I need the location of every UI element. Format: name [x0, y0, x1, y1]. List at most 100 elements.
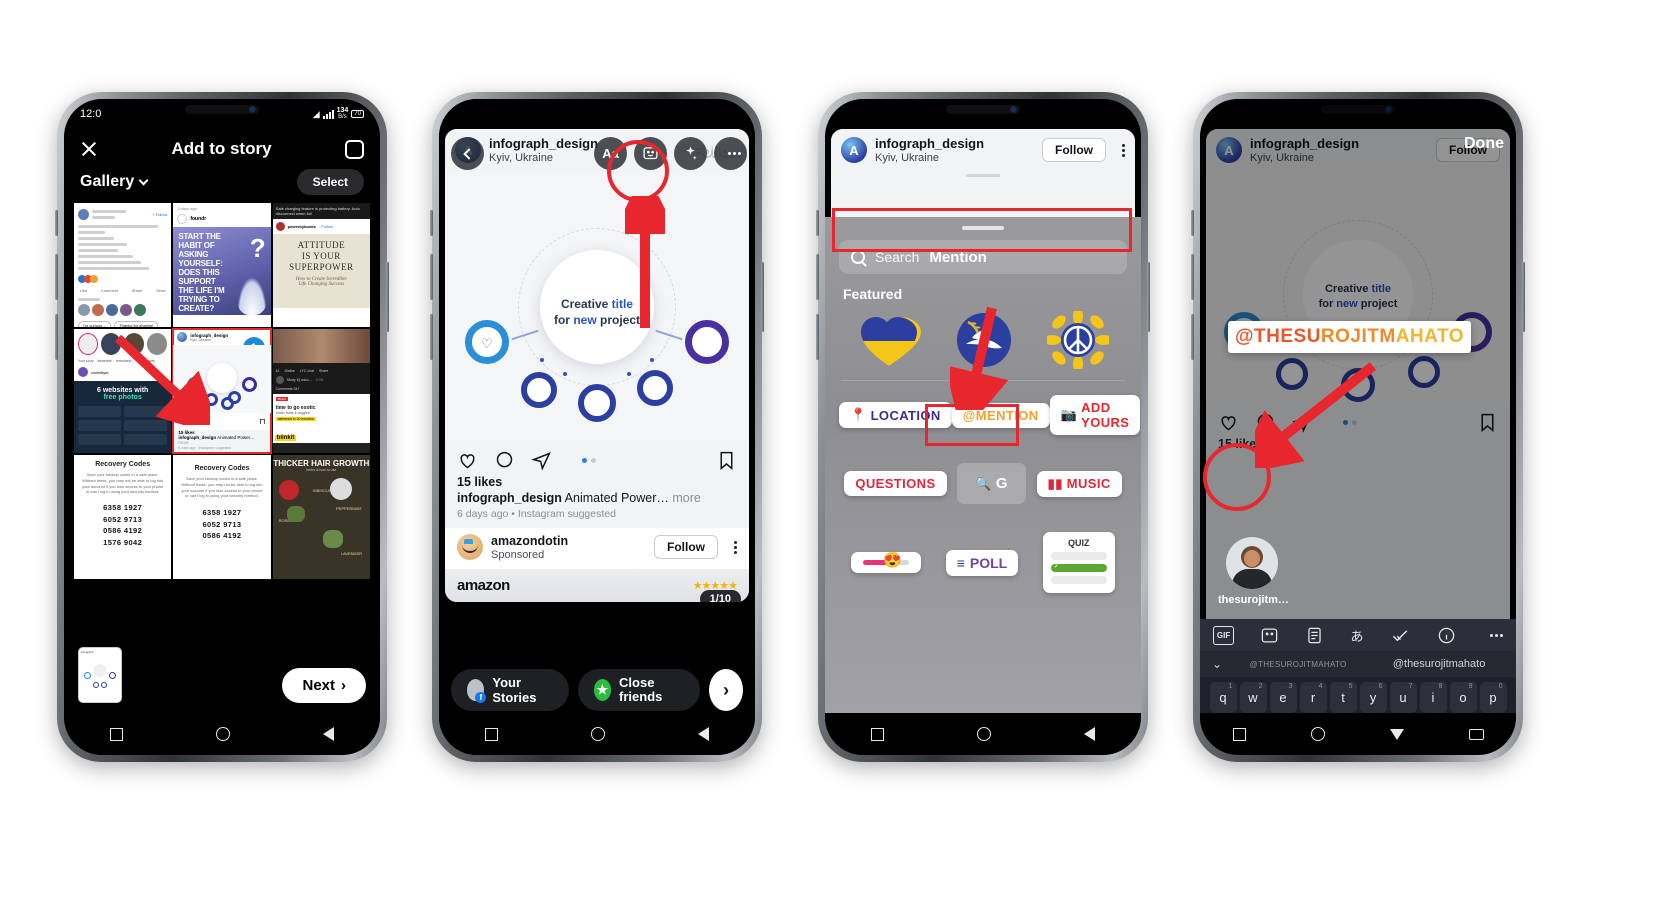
ad-banner[interactable]: amazon ★★★★★ 1/10	[445, 568, 749, 602]
gallery-row: Gallery Select	[64, 165, 380, 203]
key-e[interactable]: 3e	[1269, 682, 1297, 713]
post-media: Creative title for new project ♡	[445, 171, 749, 440]
phone-2-story-editor: infograph_design Kyiv, Ukraine Creative …	[430, 92, 764, 762]
done-button[interactable]: Done	[1464, 135, 1504, 153]
key-p[interactable]: 0p	[1479, 682, 1507, 713]
key-q[interactable]: 1q	[1209, 682, 1237, 713]
chevron-down-icon	[138, 175, 149, 185]
home-button[interactable]	[1310, 727, 1325, 741]
pin-icon: 📍	[850, 407, 867, 422]
post-caption: infograph_design Animated Power… more	[445, 489, 749, 505]
more-icon[interactable]	[1489, 633, 1503, 637]
screenshot-stage: 12:0 ◢ 134 B/s 70 Add to story Gallery S…	[0, 0, 1674, 924]
status-time: 12:0	[80, 108, 102, 120]
more-options-icon[interactable]	[1122, 143, 1125, 157]
back-button[interactable]	[451, 137, 484, 170]
gallery-tile[interactable]: Recovery Codes Save your backup codes in…	[173, 455, 271, 579]
key-y[interactable]: 6y	[1359, 682, 1387, 713]
sponsored-row: amazondotin Sponsored Follow	[445, 527, 749, 569]
check-icon[interactable]	[1390, 626, 1411, 645]
clipboard-icon[interactable]	[1305, 626, 1324, 645]
questions-sticker[interactable]: QUESTIONS	[844, 471, 947, 496]
poll-sticker[interactable]: ≡ POLL	[945, 549, 1019, 576]
mention-sticker-highlight	[925, 404, 1019, 446]
select-button[interactable]: Select	[296, 169, 364, 195]
back-button[interactable]	[1389, 729, 1404, 740]
caption-more[interactable]: more	[672, 491, 700, 505]
gallery-tile[interactable]: 41 Dislike LYC chat Share Study IQ educ… JOI…	[272, 329, 370, 453]
effects-tool-button[interactable]	[674, 137, 707, 170]
annotation-arrow	[1255, 362, 1377, 468]
comment-icon[interactable]	[494, 450, 515, 471]
key-r[interactable]: 4r	[1299, 682, 1327, 713]
more-options-icon[interactable]	[734, 540, 737, 554]
your-stories-label: Your Stories	[492, 675, 537, 705]
more-tool-button[interactable]	[714, 137, 747, 170]
mention-tag[interactable]: @THESUROJITMAHATO	[1228, 321, 1471, 353]
instagram-post-card: infograph_design Kyiv, Ukraine Creative …	[445, 129, 749, 602]
sunflower-peace-sticker[interactable]	[1047, 311, 1110, 369]
suggestion-left[interactable]: @THESUROJITMAHATO	[1234, 660, 1362, 669]
collapse-icon[interactable]: ⌄	[1200, 657, 1234, 671]
your-stories-button[interactable]: Your Stories	[451, 669, 569, 711]
back-button[interactable]	[322, 727, 334, 741]
notch	[946, 105, 1020, 114]
key-u[interactable]: 7u	[1389, 682, 1417, 713]
gallery-tile[interactable]: Recovery Codes Save your backup codes in…	[74, 455, 172, 579]
amazon-avatar	[457, 534, 483, 561]
recents-button[interactable]	[871, 727, 885, 741]
close-friends-button[interactable]: ★ Close friends	[577, 669, 701, 711]
chevron-right-icon: ›	[341, 677, 346, 694]
home-button[interactable]	[590, 727, 605, 741]
gallery-tile[interactable]: THICKER HAIR GROWTH herbs & how to use H…	[272, 455, 370, 579]
next-arrow-button[interactable]: ›	[709, 669, 743, 711]
translate-icon[interactable]: あ	[1350, 626, 1363, 645]
add-yours-sticker[interactable]: 📷 ADD YOURS	[1049, 395, 1141, 435]
thumbnail-preview: infograph	[78, 647, 122, 703]
quiz-option	[1050, 576, 1107, 584]
post-location: Kyiv, Ukraine	[489, 151, 553, 164]
back-button[interactable]	[697, 727, 709, 741]
mention-suggestion-avatar[interactable]	[1226, 537, 1278, 589]
suggestion-center[interactable]: @thesurojitmahato	[1362, 658, 1516, 670]
gallery-tile[interactable]: + Follow Like Comment Share Send I'm cur…	[74, 203, 172, 327]
key-i[interactable]: 8i	[1419, 682, 1447, 713]
emoji-slider-sticker[interactable]	[851, 551, 922, 573]
recents-button[interactable]	[1232, 727, 1246, 741]
info-icon[interactable]	[1437, 626, 1456, 645]
annotation-arrow	[625, 196, 665, 328]
close-icon[interactable]	[80, 140, 98, 158]
home-button[interactable]	[215, 727, 230, 741]
follow-button[interactable]: Follow	[1042, 138, 1106, 163]
share-icon[interactable]	[531, 450, 552, 471]
close-friends-label: Close friends	[619, 675, 663, 704]
home-button[interactable]	[976, 727, 991, 741]
caption-username[interactable]: infograph_design	[457, 491, 562, 505]
key-t[interactable]: 5t	[1329, 682, 1357, 713]
avatar	[467, 679, 487, 703]
post-header: infograph_design Kyiv, Ukraine Follow	[831, 129, 1135, 172]
gallery-tile[interactable]: Safe charging feature is protecting batt…	[272, 203, 370, 327]
key-o[interactable]: 9o	[1449, 682, 1477, 713]
bookmark-icon[interactable]	[716, 450, 737, 471]
follow-button[interactable]: Follow	[654, 535, 718, 560]
back-button[interactable]	[1083, 727, 1095, 741]
status-bar	[825, 99, 1141, 129]
like-icon[interactable]	[457, 450, 478, 471]
gallery-tile[interactable]: 3 days ago foundr START THE HABIT OF ASKIN…	[173, 203, 271, 327]
key-w[interactable]: 2w	[1239, 682, 1267, 713]
avatar	[841, 137, 867, 164]
recents-button[interactable]	[485, 727, 499, 741]
keyboard-toggle-icon[interactable]	[1468, 728, 1484, 740]
next-button[interactable]: Next ›	[282, 668, 366, 703]
music-sticker[interactable]: ▮▮ MUSIC	[1036, 470, 1122, 497]
sticker-icon[interactable]	[1260, 626, 1279, 645]
quiz-sticker[interactable]: QUIZ	[1042, 532, 1115, 593]
settings-hexagon-icon[interactable]	[344, 139, 364, 159]
ukraine-heart-sticker[interactable]	[857, 312, 921, 368]
music-label: MUSIC	[1066, 476, 1111, 491]
gif-search-sticker[interactable]: 🔍 G	[957, 463, 1026, 504]
gif-icon[interactable]: GIF	[1213, 625, 1235, 645]
recents-button[interactable]	[110, 727, 124, 741]
gallery-dropdown[interactable]: Gallery	[80, 173, 149, 191]
